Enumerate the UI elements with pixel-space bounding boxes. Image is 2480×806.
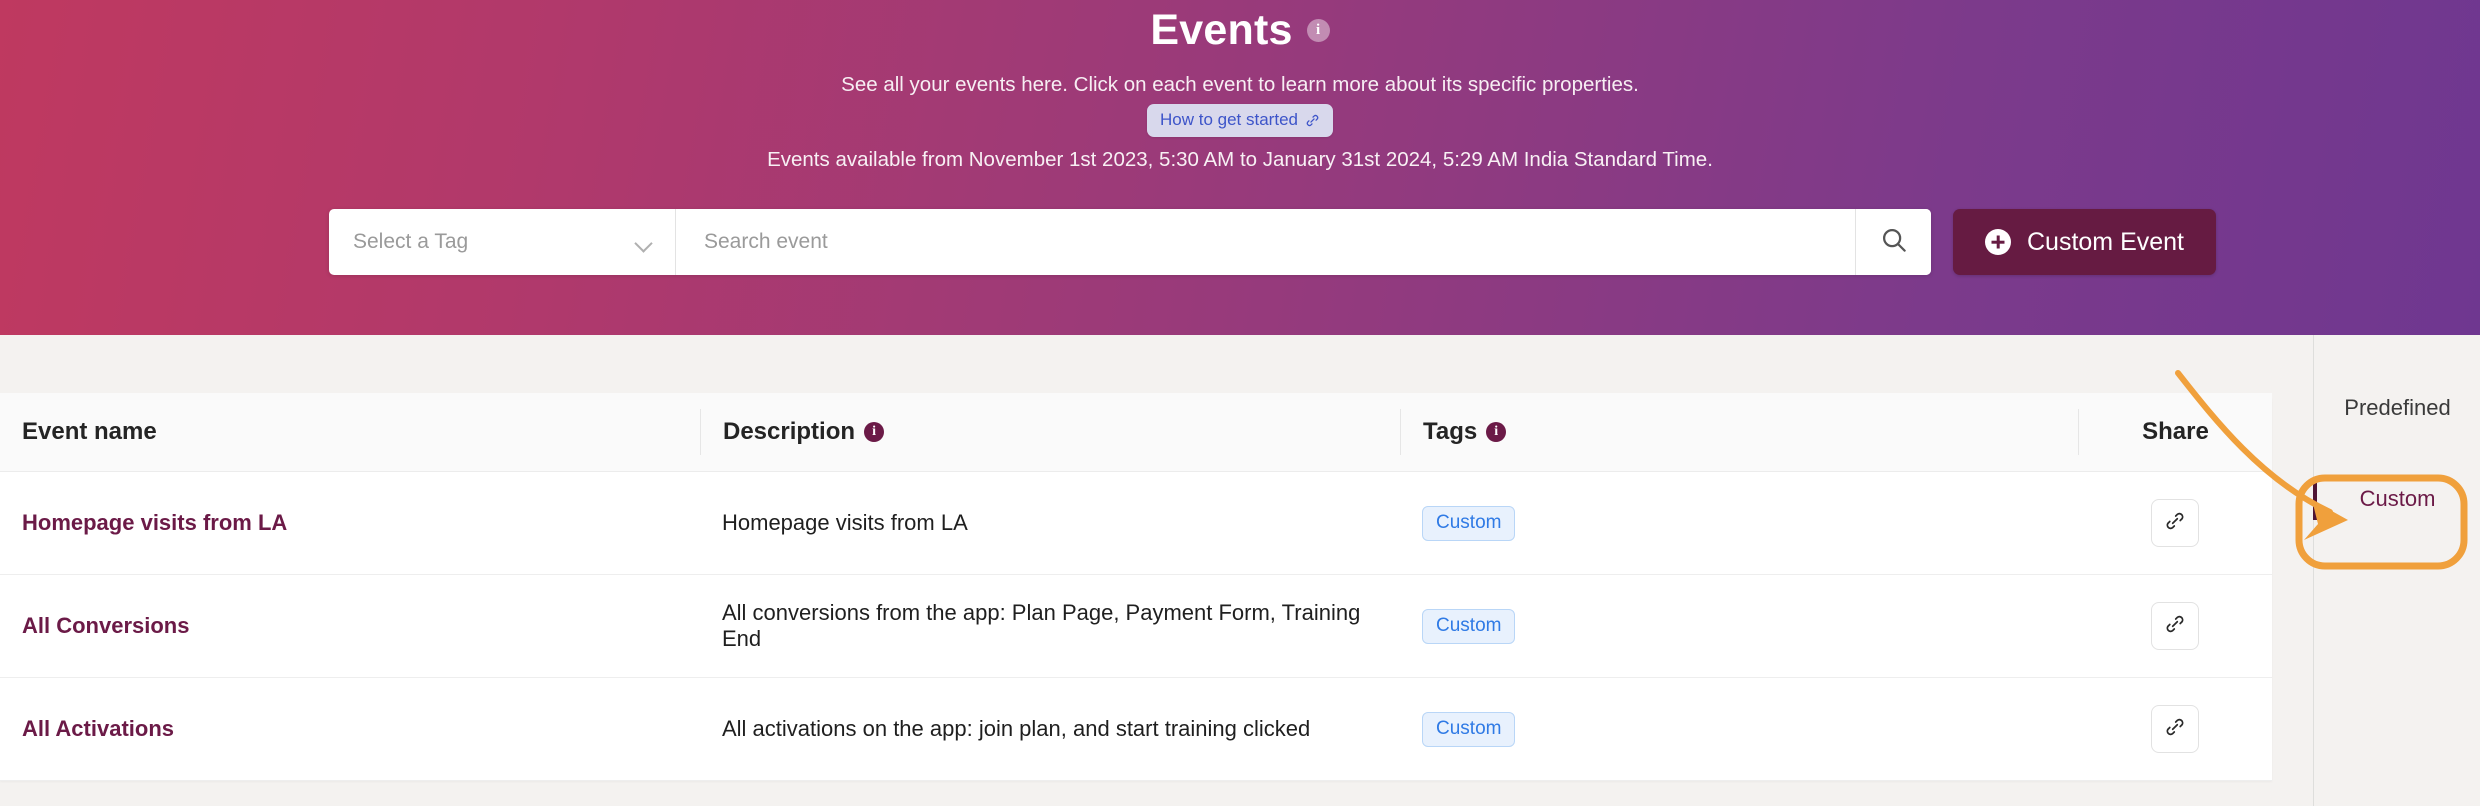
cell-tags: Custom: [1400, 472, 2078, 574]
cell-share: [2078, 472, 2272, 574]
custom-event-button[interactable]: Custom Event: [1953, 209, 2217, 275]
link-icon: [2164, 510, 2186, 537]
how-to-get-started-button[interactable]: How to get started: [1147, 104, 1333, 137]
page-title-row: Events i: [0, 2, 2480, 58]
page-title-info-icon[interactable]: i: [1306, 18, 1330, 42]
tag-chip[interactable]: Custom: [1422, 608, 1516, 644]
search-input-wrap: [676, 209, 1855, 275]
search-shell: Select a Tag: [329, 209, 1931, 275]
tags-info-icon[interactable]: i: [1486, 422, 1507, 442]
sidebar-item-label: Custom: [2359, 486, 2436, 511]
chevron-down-icon: [635, 237, 653, 247]
sidebar-item-predefined[interactable]: Predefined: [2314, 382, 2480, 434]
sidebar-item-label: Predefined: [2344, 395, 2451, 420]
description-text: All conversions from the app: Plan Page,…: [722, 600, 1361, 651]
cell-description: Homepage visits from LA: [700, 472, 1400, 574]
column-label: Tags: [1423, 418, 1478, 445]
search-input[interactable]: [702, 229, 1829, 255]
column-label: Event name: [22, 418, 157, 445]
plus-circle-icon: [1985, 229, 2011, 255]
page-title: Events: [1150, 6, 1293, 54]
tag-chip[interactable]: Custom: [1422, 711, 1516, 747]
events-table: Event name Description i Tags i Share Ho…: [0, 393, 2272, 781]
column-header-description: Description i: [700, 409, 1400, 455]
link-icon: [1305, 113, 1320, 128]
column-header-tags: Tags i: [1400, 409, 2078, 455]
how-to-get-started-wrap: How to get started: [0, 104, 2480, 137]
events-page: Events i See all your events here. Click…: [0, 0, 2480, 806]
share-link-button[interactable]: [2151, 499, 2199, 547]
share-link-button[interactable]: [2151, 602, 2199, 650]
table-row[interactable]: All Conversions All conversions from the…: [0, 575, 2272, 678]
description-text: All activations on the app: join plan, a…: [722, 716, 1311, 741]
share-link-button[interactable]: [2151, 705, 2199, 753]
events-type-sidebar: Predefined Custom: [2313, 335, 2480, 806]
cell-share: [2078, 678, 2272, 780]
event-name-link[interactable]: All Conversions: [22, 613, 189, 639]
column-label: Share: [2142, 418, 2209, 445]
event-name-link[interactable]: Homepage visits from LA: [22, 510, 287, 536]
date-range-text: Events available from November 1st 2023,…: [767, 148, 1713, 171]
column-header-event-name: Event name: [0, 418, 700, 446]
link-icon: [2164, 613, 2186, 640]
description-info-icon[interactable]: i: [864, 422, 885, 442]
event-name-link[interactable]: All Activations: [22, 716, 174, 742]
table-row[interactable]: Homepage visits from LA Homepage visits …: [0, 472, 2272, 575]
cell-event-name: All Activations: [0, 678, 700, 780]
page-content: Event name Description i Tags i Share Ho…: [0, 335, 2480, 806]
how-to-get-started-label: How to get started: [1160, 110, 1298, 129]
page-subtitle: See all your events here. Click on each …: [841, 73, 1639, 96]
search-toolbar: Select a Tag Custom E: [329, 209, 2217, 275]
cell-event-name: Homepage visits from LA: [0, 472, 700, 574]
cell-description: All conversions from the app: Plan Page,…: [700, 575, 1400, 677]
table-row[interactable]: All Activations All activations on the a…: [0, 678, 2272, 781]
tag-select-placeholder: Select a Tag: [353, 230, 469, 253]
page-header: Events i See all your events here. Click…: [0, 0, 2480, 335]
description-text: Homepage visits from LA: [722, 510, 968, 535]
search-button[interactable]: [1855, 209, 1931, 275]
tag-chip[interactable]: Custom: [1422, 505, 1516, 541]
cell-event-name: All Conversions: [0, 575, 700, 677]
cell-tags: Custom: [1400, 678, 2078, 780]
column-header-share: Share: [2078, 409, 2272, 455]
sidebar-item-custom[interactable]: Custom: [2313, 473, 2480, 525]
cell-tags: Custom: [1400, 575, 2078, 677]
search-icon: [1879, 225, 1909, 260]
column-label: Description: [723, 418, 856, 445]
cell-description: All activations on the app: join plan, a…: [700, 678, 1400, 780]
tag-select[interactable]: Select a Tag: [329, 209, 676, 275]
custom-event-label: Custom Event: [2027, 227, 2185, 256]
link-icon: [2164, 716, 2186, 743]
cell-share: [2078, 575, 2272, 677]
table-header-row: Event name Description i Tags i Share: [0, 393, 2272, 472]
